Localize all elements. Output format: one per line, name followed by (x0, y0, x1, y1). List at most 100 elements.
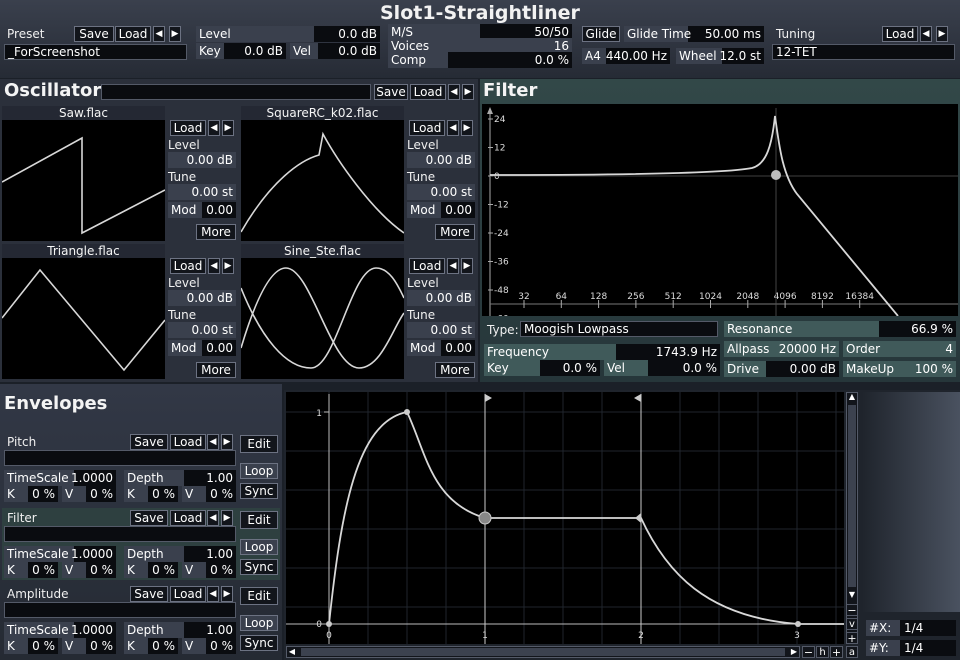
env-0-k-field[interactable]: K 0 % (4, 486, 58, 502)
osc2-level-field[interactable]: 0.00 dB (407, 152, 475, 168)
preset-load-button[interactable]: Load (115, 26, 151, 42)
osc3-load-button[interactable]: Load (170, 258, 206, 274)
env-2-name-field[interactable] (4, 602, 236, 618)
env-2-k-field[interactable]: K 0 % (4, 638, 58, 654)
wheel-field[interactable]: Wheel 12.0 st (676, 48, 764, 64)
env-0-edit-button[interactable]: Edit (240, 435, 278, 453)
env-0-loop-button[interactable]: Loop (240, 463, 278, 479)
env-2-prev-icon[interactable]: ◀ (207, 586, 219, 602)
osc4-tune-field[interactable]: 0.00 st (407, 322, 475, 338)
env-2-sync-button[interactable]: Sync (240, 635, 278, 651)
osc1-more-button[interactable]: More (196, 224, 236, 240)
env-0-k2-field[interactable]: K 0 % (124, 486, 178, 502)
grid-y-field[interactable]: #Y: 1/4 (866, 640, 956, 656)
env-1-prev-icon[interactable]: ◀ (207, 510, 219, 526)
oscillators-next-icon[interactable]: ▶ (462, 84, 474, 100)
hscroll-right-icon[interactable]: ▶ (788, 646, 800, 658)
tuning-next-icon[interactable]: ▶ (936, 26, 948, 42)
env-1-loop-button[interactable]: Loop (240, 539, 278, 555)
osc4-mod-field[interactable]: Mod 0.00 (407, 340, 475, 356)
osc4-prev-icon[interactable]: ◀ (447, 258, 459, 274)
env-2-k2-field[interactable]: K 0 % (124, 638, 178, 654)
key-slider[interactable]: Key 0.0 dB (196, 43, 286, 59)
osc2-load-button[interactable]: Load (409, 120, 445, 136)
oscillators-save-button[interactable]: Save (374, 84, 408, 100)
tuning-field[interactable]: 12-TET (772, 44, 955, 60)
env-1-sync-button[interactable]: Sync (240, 559, 278, 575)
env-2-load-button[interactable]: Load (170, 586, 206, 602)
hscroll-left-icon[interactable]: ◀ (286, 646, 298, 658)
osc4-next-icon[interactable]: ▶ (461, 258, 473, 274)
zoom-out-h-button[interactable]: − (802, 646, 815, 658)
env-1-k-field[interactable]: K 0 % (4, 562, 58, 578)
zoom-a-button[interactable]: a (846, 646, 858, 658)
osc4-more-button[interactable]: More (435, 362, 475, 378)
osc1-load-button[interactable]: Load (170, 120, 206, 136)
env-1-v2-field[interactable]: V 0 % (182, 562, 236, 578)
preset-prev-icon[interactable]: ◀ (153, 26, 165, 42)
env-2-depth-slider[interactable]: Depth 1.00 (124, 622, 236, 638)
env-2-timescale-slider[interactable]: TimeScale 1.0000 (4, 622, 116, 638)
preset-save-button[interactable]: Save (74, 26, 114, 42)
env-1-depth-slider[interactable]: Depth 1.00 (124, 546, 236, 562)
osc1-tune-field[interactable]: 0.00 st (168, 184, 236, 200)
osc1-next-icon[interactable]: ▶ (222, 120, 234, 136)
filter-resonance-slider[interactable]: Resonance 66.9 % (724, 321, 956, 337)
envelope-hscrollbar[interactable] (286, 646, 800, 658)
zoom-out-v-button[interactable]: − (846, 604, 858, 616)
preset-next-icon[interactable]: ▶ (169, 26, 181, 42)
filter-frequency-slider[interactable]: Frequency 1743.9 Hz (484, 344, 720, 360)
env-2-edit-button[interactable]: Edit (240, 587, 278, 605)
osc1-level-field[interactable]: 0.00 dB (168, 152, 236, 168)
env-2-v2-field[interactable]: V 0 % (182, 638, 236, 654)
comp-slider[interactable]: Comp 0.0 % (388, 52, 572, 68)
filter-vel-slider[interactable]: Vel 0.0 % (604, 360, 720, 376)
oscillators-load-button[interactable]: Load (410, 84, 446, 100)
filter-makeup-field[interactable]: MakeUp 100 % (843, 361, 956, 377)
grid-x-field[interactable]: #X: 1/4 (866, 620, 956, 636)
osc2-next-icon[interactable]: ▶ (461, 120, 473, 136)
vel-slider[interactable]: Vel 0.0 dB (290, 43, 380, 59)
env-0-depth-slider[interactable]: Depth 1.00 (124, 470, 236, 486)
osc3-prev-icon[interactable]: ◀ (208, 258, 220, 274)
vscroll-thumb[interactable] (848, 405, 856, 587)
env-1-load-button[interactable]: Load (170, 510, 206, 526)
env-1-next-icon[interactable]: ▶ (221, 510, 233, 526)
osc1-prev-icon[interactable]: ◀ (208, 120, 220, 136)
level-slider[interactable]: Level 0.0 dB (196, 26, 380, 42)
tuning-prev-icon[interactable]: ◀ (920, 26, 932, 42)
oscillators-prev-icon[interactable]: ◀ (448, 84, 460, 100)
env-0-timescale-slider[interactable]: TimeScale 1.0000 (4, 470, 116, 486)
envelope-graph[interactable]: 1 00 1 2 3 (286, 392, 876, 647)
zoom-h-label[interactable]: h (816, 646, 829, 658)
env-1-edit-button[interactable]: Edit (240, 511, 278, 529)
env-2-v-field[interactable]: V 0 % (62, 638, 116, 654)
osc3-next-icon[interactable]: ▶ (222, 258, 234, 274)
glide-button[interactable]: Glide (582, 26, 620, 42)
env-1-name-field[interactable] (4, 526, 236, 542)
osc2-prev-icon[interactable]: ◀ (447, 120, 459, 136)
env-0-v2-field[interactable]: V 0 % (182, 486, 236, 502)
env-1-v-field[interactable]: V 0 % (62, 562, 116, 578)
env-0-load-button[interactable]: Load (170, 434, 206, 450)
osc4-load-button[interactable]: Load (409, 258, 445, 274)
preset-name-field[interactable]: _ForScreenshot (4, 44, 187, 60)
env-0-sync-button[interactable]: Sync (240, 483, 278, 499)
osc3-mod-field[interactable]: Mod 0.00 (168, 340, 236, 356)
env-0-v-field[interactable]: V 0 % (62, 486, 116, 502)
env-0-prev-icon[interactable]: ◀ (207, 434, 219, 450)
osc4-level-field[interactable]: 0.00 dB (407, 290, 475, 306)
osc2-mod-field[interactable]: Mod 0.00 (407, 202, 475, 218)
tuning-load-button[interactable]: Load (882, 26, 918, 42)
env-1-k2-field[interactable]: K 0 % (124, 562, 178, 578)
filter-response-graph[interactable]: 24 12 0 -12 -24 -36 -48 -60 32 64 128 256 512 1024 204… (482, 104, 958, 325)
env-2-loop-button[interactable]: Loop (240, 615, 278, 631)
env-1-save-button[interactable]: Save (130, 510, 168, 526)
filter-order-field[interactable]: Order 4 (843, 341, 956, 357)
vscroll-up-icon[interactable]: ▲ (846, 392, 858, 404)
osc3-level-field[interactable]: 0.00 dB (168, 290, 236, 306)
oscillators-name-field[interactable] (101, 84, 371, 100)
vscroll-down-icon[interactable]: ▼ (846, 590, 858, 602)
zoom-in-v-button[interactable]: + (846, 632, 858, 644)
zoom-v-label[interactable]: v (846, 618, 858, 630)
